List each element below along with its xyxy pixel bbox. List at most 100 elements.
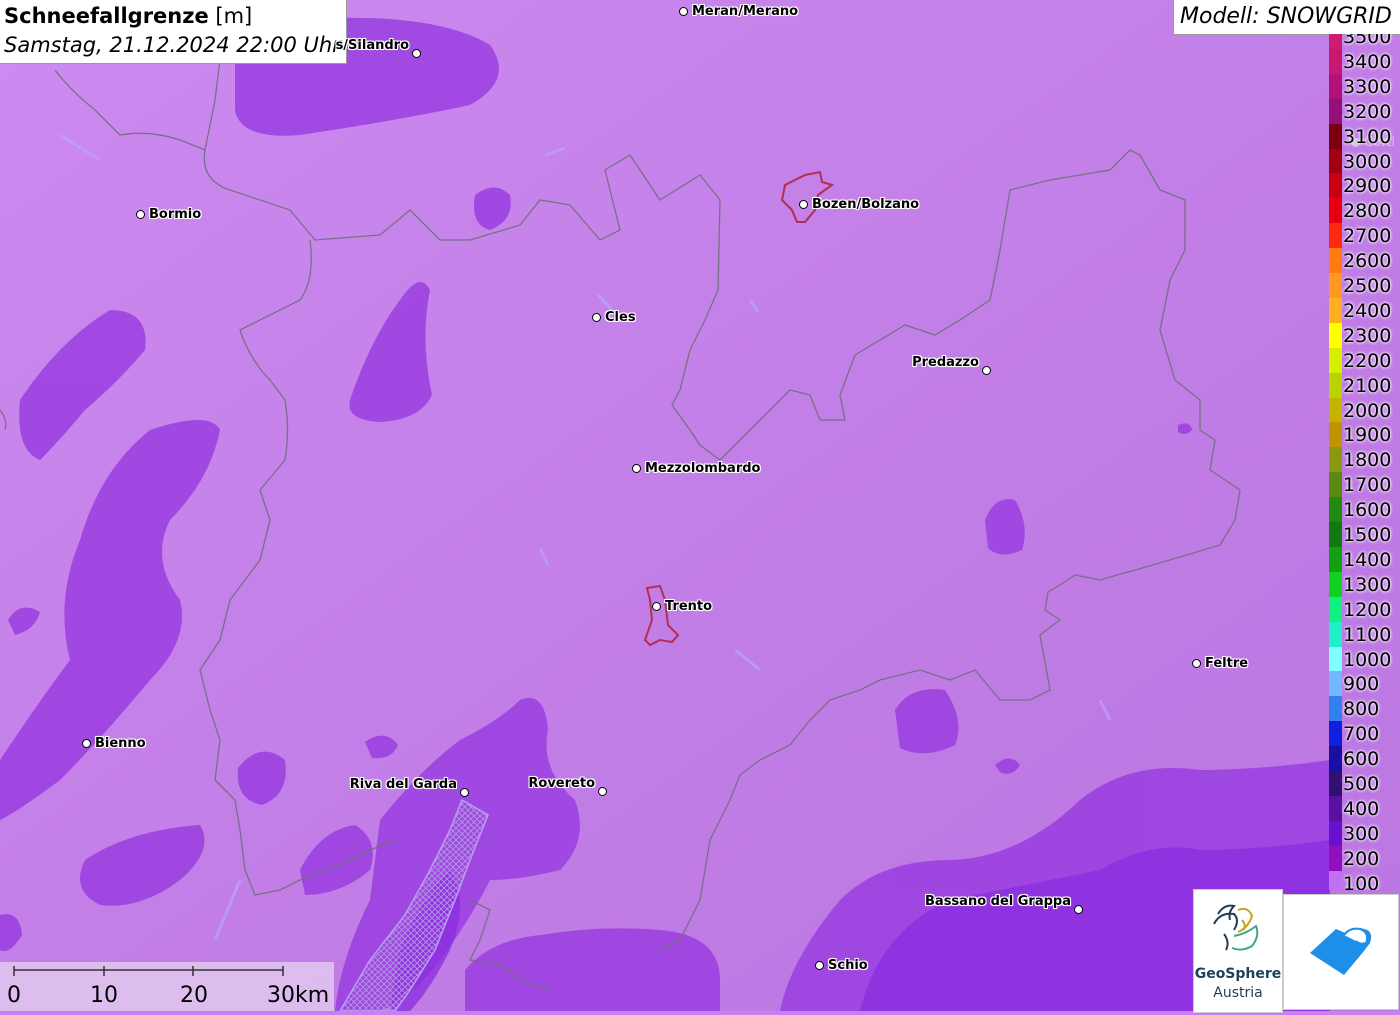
- city-label[interactable]: Riva del Garda: [350, 777, 457, 792]
- legend-swatch: [1329, 472, 1342, 498]
- legend-label: 2500: [1343, 275, 1392, 297]
- map-datetime: Samstag, 21.12.2024 22:00 Uhr: [4, 33, 341, 57]
- geosphere-logo-subtext: Austria: [1213, 985, 1263, 1001]
- city-label[interactable]: Bienno: [95, 736, 146, 751]
- city-marker-icon[interactable]: [592, 313, 601, 322]
- city-marker-icon[interactable]: [598, 787, 607, 796]
- legend-row-1800: 1800: [1329, 447, 1400, 473]
- legend-label: 3000: [1343, 150, 1392, 173]
- map-title: Schneefallgrenze [m]: [4, 4, 252, 28]
- legend-row-2000: 2000: [1329, 397, 1400, 423]
- legend-label: 2900: [1343, 175, 1392, 198]
- legend-row-600: 600: [1329, 746, 1400, 772]
- legend-label: 2600: [1343, 250, 1392, 273]
- legend-label: 2800: [1343, 200, 1392, 223]
- legend-row-2400: 2400: [1329, 297, 1400, 323]
- legend-swatch: [1329, 372, 1342, 398]
- legend-label: 800: [1343, 698, 1380, 721]
- legend-label: 1300: [1343, 573, 1392, 596]
- legend-label: 2400: [1343, 299, 1392, 322]
- city-label[interactable]: Trento: [665, 599, 712, 614]
- app-logo-icon: [1310, 927, 1372, 975]
- legend-row-2100: 2100: [1329, 372, 1400, 398]
- scale-bar: 0 10 20 30km: [0, 962, 334, 1011]
- legend-label: 2100: [1343, 374, 1392, 397]
- legend-label: 1200: [1343, 598, 1392, 621]
- city-label[interactable]: Bormio: [149, 207, 201, 222]
- legend-swatch: [1329, 422, 1342, 448]
- legend-swatch: [1329, 273, 1342, 298]
- city-label[interactable]: Cles: [605, 310, 636, 325]
- legend-label: 1000: [1343, 648, 1392, 671]
- legend-label: 3500: [1343, 34, 1392, 48]
- legend-swatch: [1329, 571, 1342, 597]
- legend-row-1700: 1700: [1329, 472, 1400, 498]
- legend-row-1100: 1100: [1329, 621, 1400, 647]
- legend-label: 3100: [1343, 125, 1392, 148]
- legend-swatch: [1329, 596, 1342, 622]
- city-label[interactable]: Bozen/Bolzano: [812, 197, 919, 212]
- city-label[interactable]: Bassano del Grappa: [925, 894, 1071, 909]
- city-marker-icon[interactable]: [1192, 659, 1201, 668]
- city-label[interactable]: Feltre: [1205, 656, 1248, 671]
- scale-label-0: 0: [7, 983, 21, 1008]
- legend-label: 1600: [1343, 499, 1392, 522]
- city-marker-icon[interactable]: [412, 49, 421, 58]
- city-marker-icon[interactable]: [679, 7, 688, 16]
- legend-row-1200: 1200: [1329, 596, 1400, 622]
- legend-label: 1900: [1343, 424, 1392, 447]
- legend-swatch: [1329, 771, 1342, 796]
- map-canvas[interactable]: [0, 0, 1400, 1011]
- legend-swatch: [1329, 621, 1342, 647]
- legend-swatch: [1329, 546, 1342, 572]
- geosphere-logo[interactable]: GeoSphere Austria: [1193, 889, 1283, 1013]
- legend-row-800: 800: [1329, 696, 1400, 722]
- legend-label: 300: [1343, 822, 1380, 845]
- legend-row-500: 500: [1329, 771, 1400, 796]
- legend-swatch: [1329, 148, 1342, 174]
- city-label[interactable]: Mezzolombardo: [645, 461, 760, 476]
- legend-swatch: [1329, 820, 1342, 846]
- legend-label: 600: [1343, 748, 1380, 771]
- geosphere-logo-text: GeoSphere: [1194, 966, 1282, 982]
- city-marker-icon[interactable]: [460, 788, 469, 797]
- legend-row-3400: 3400: [1329, 48, 1400, 74]
- legend-label: 1400: [1343, 548, 1392, 571]
- city-marker-icon[interactable]: [652, 602, 661, 611]
- city-marker-icon[interactable]: [799, 200, 808, 209]
- scale-label-20: 20: [180, 983, 208, 1008]
- legend-row-1300: 1300: [1329, 571, 1400, 597]
- legend-swatch: [1329, 48, 1342, 74]
- city-label[interactable]: Meran/Merano: [692, 4, 798, 19]
- legend-swatch: [1329, 123, 1342, 149]
- legend-swatch: [1329, 173, 1342, 199]
- city-label[interactable]: s/Silandro: [336, 38, 409, 53]
- scale-label-30km: 30km: [267, 983, 330, 1008]
- city-marker-icon[interactable]: [632, 464, 641, 473]
- legend-row-2700: 2700: [1329, 223, 1400, 249]
- legend-swatch: [1329, 347, 1342, 373]
- city-marker-icon[interactable]: [815, 961, 824, 970]
- legend-swatch: [1329, 646, 1342, 672]
- legend-label: 100: [1343, 872, 1380, 890]
- legend-swatch: [1329, 522, 1342, 547]
- legend-label: 1800: [1343, 449, 1392, 472]
- legend-swatch: [1329, 297, 1342, 323]
- legend-row-3100: 3100: [1329, 123, 1400, 149]
- city-marker-icon[interactable]: [82, 739, 91, 748]
- city-marker-icon[interactable]: [1074, 905, 1083, 914]
- city-marker-icon[interactable]: [982, 366, 991, 375]
- legend-label: 700: [1343, 723, 1380, 746]
- legend-swatch: [1329, 223, 1342, 249]
- city-label[interactable]: Predazzo: [912, 355, 979, 370]
- app-logo[interactable]: [1283, 894, 1399, 1010]
- city-marker-icon[interactable]: [136, 210, 145, 219]
- legend-swatch: [1329, 73, 1342, 99]
- legend-swatch: [1329, 870, 1342, 890]
- city-label[interactable]: Rovereto: [528, 776, 595, 791]
- legend-label: 1700: [1343, 474, 1392, 497]
- title-box: Schneefallgrenze [m] Samstag, 21.12.2024…: [0, 0, 347, 64]
- legend-label: 1100: [1343, 623, 1392, 646]
- city-label[interactable]: Schio: [828, 958, 868, 973]
- legend-row-1600: 1600: [1329, 497, 1400, 523]
